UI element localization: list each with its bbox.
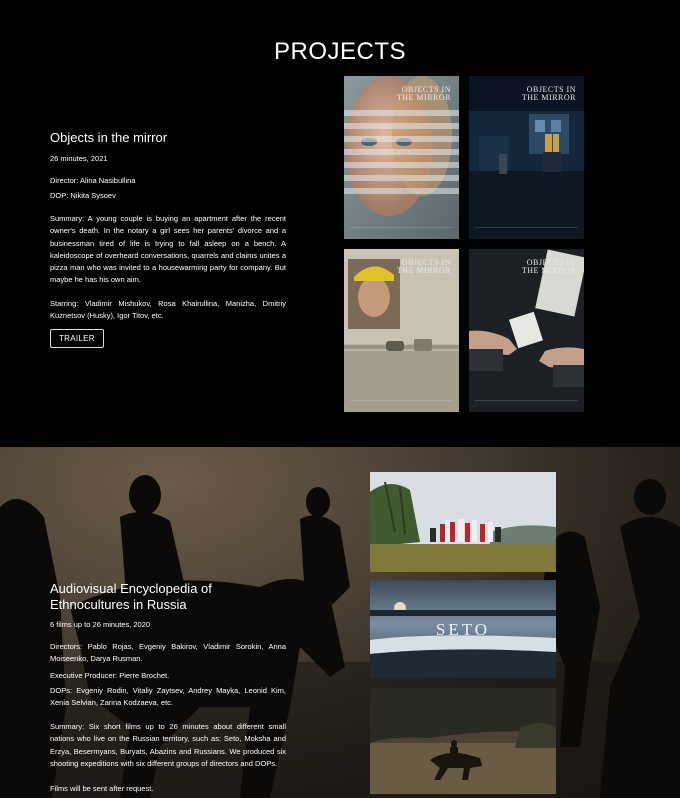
poster-image: Objects in the mirror xyxy=(469,76,584,239)
project-producer: Executive Producer: Pierre Brochet. xyxy=(50,670,170,680)
poster-image: Objects in the mirror xyxy=(469,249,584,412)
film-still-art xyxy=(370,472,556,572)
project-title: Audiovisual Encyclopedia of Ethnoculture… xyxy=(50,581,212,612)
project-note: Films will be sent after request. xyxy=(50,784,154,794)
poster-image: Objects in the mirror xyxy=(344,76,459,239)
poster-credits xyxy=(350,227,453,233)
poster-title: Objects in the mirror xyxy=(396,258,451,275)
poster-credits xyxy=(475,227,578,233)
film-still-art xyxy=(370,688,556,794)
poster-credits xyxy=(350,400,453,406)
project-text-column: Objects in the mirror 26 minutes, 2021 D… xyxy=(50,130,286,349)
project-section-objects-in-the-mirror: PROJECTS Objects in the mirror 26 minute… xyxy=(0,0,680,447)
poster-credits xyxy=(475,400,578,406)
project-section-ethnocultures: Audiovisual Encyclopedia of Ethnoculture… xyxy=(0,447,680,798)
project-text-column: Audiovisual Encyclopedia of Ethnoculture… xyxy=(50,581,286,794)
project-starring: Starring: Vladimir Mishukov, Rosa Khairu… xyxy=(50,298,286,321)
film-still-image: SETO xyxy=(370,580,556,678)
project-meta: 6 films up to 26 minutes, 2020 xyxy=(50,620,151,629)
page: PROJECTS Objects in the mirror 26 minute… xyxy=(0,0,680,798)
project-directors: Directors: Pablo Rojas, Evgeniy Bakirov,… xyxy=(50,642,286,664)
film-still-image xyxy=(370,472,556,572)
poster-image: Objects in the mirror xyxy=(344,249,459,412)
project-meta: 26 minutes, 2021 xyxy=(50,154,108,163)
project-summary: Summary: Six short films up to 26 minute… xyxy=(50,722,286,769)
trailer-button[interactable]: TRAILER xyxy=(50,329,104,349)
project-director: Director: Alina Nasibullina xyxy=(50,176,136,185)
project-dops: DOPs: Evgeniy Rodin, Vitaliy Zaytsev, An… xyxy=(50,685,286,707)
poster-title: Objects in the mirror xyxy=(521,258,576,275)
project-dop: DOP: Nikita Sysoev xyxy=(50,191,116,200)
poster-title: Objects in the mirror xyxy=(396,85,451,102)
film-title-overlay: SETO xyxy=(435,620,491,639)
film-still-image xyxy=(370,688,556,794)
project-summary: Summary: A young couple is buying an apa… xyxy=(50,214,286,285)
project-title: Objects in the mirror xyxy=(50,130,168,145)
page-title: PROJECTS xyxy=(273,38,406,66)
poster-title: Objects in the mirror xyxy=(521,85,576,102)
